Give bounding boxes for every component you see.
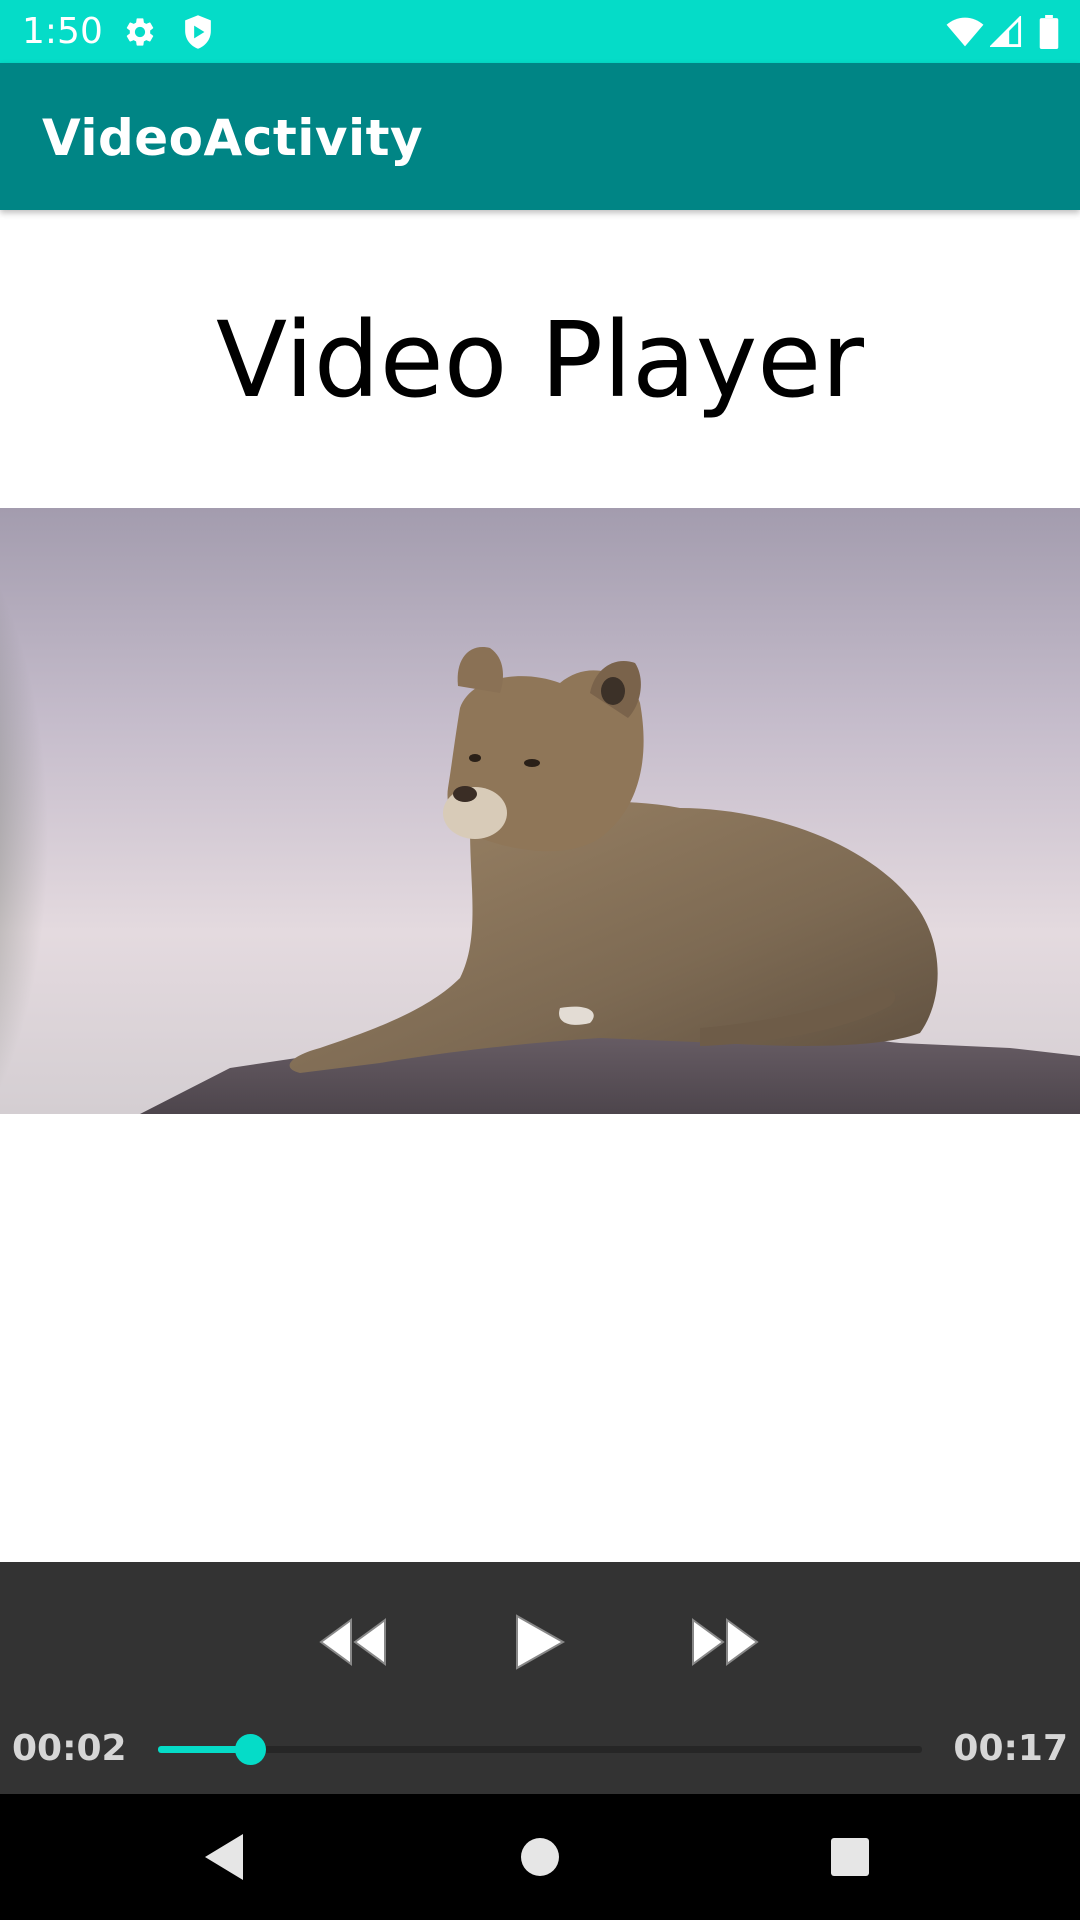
page-title: Video Player: [215, 299, 865, 421]
recents-button[interactable]: [810, 1822, 890, 1892]
app-title: VideoActivity: [42, 109, 424, 167]
current-time: 00:02: [12, 1728, 127, 1769]
fast-forward-icon: [692, 1618, 759, 1666]
back-button[interactable]: [184, 1822, 264, 1892]
app-bar: VideoActivity: [0, 63, 1080, 210]
play-button[interactable]: [484, 1592, 594, 1692]
back-icon: [205, 1834, 243, 1880]
total-time: 00:17: [953, 1728, 1068, 1769]
seek-thumb[interactable]: [234, 1734, 266, 1765]
status-time: 1:50: [22, 11, 103, 52]
recents-icon: [831, 1838, 869, 1876]
seek-track: [158, 1746, 922, 1753]
wifi-icon: [944, 0, 986, 63]
rewind-button[interactable]: [298, 1592, 408, 1692]
status-bar: 1:50: [0, 0, 1080, 63]
video-view[interactable]: [0, 508, 1080, 1114]
fast-forward-button[interactable]: [670, 1592, 780, 1692]
home-button[interactable]: [500, 1822, 580, 1892]
home-icon: [521, 1838, 559, 1876]
shield-icon: [178, 0, 218, 63]
battery-icon: [1036, 0, 1062, 63]
settings-icon: [120, 0, 160, 63]
seek-bar[interactable]: [158, 1734, 922, 1765]
cell-signal-icon: [988, 0, 1024, 63]
video-frame-image: [0, 508, 1080, 1114]
navigation-bar: [0, 1794, 1080, 1920]
play-icon: [516, 1614, 566, 1670]
rewind-icon: [319, 1618, 386, 1666]
